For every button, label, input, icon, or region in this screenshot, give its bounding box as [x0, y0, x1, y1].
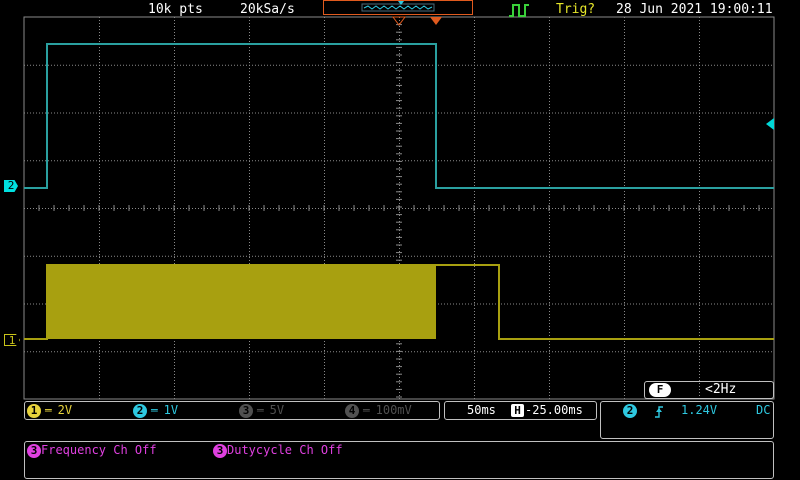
trigger-source: 2 — [623, 403, 637, 418]
horizontal-position: -25.00ms — [525, 403, 583, 417]
measurement-panel: 3 Frequency Ch Off 3 Dutycycle Ch Off — [24, 441, 774, 479]
dc-coupling-icon: ═ — [45, 404, 52, 417]
ch2-scale: 1V — [163, 403, 179, 417]
waveform-overview-icon — [361, 1, 435, 12]
dc-coupling-icon: ═ — [257, 404, 264, 417]
timebase-status[interactable]: 50ms H -25.00ms — [444, 401, 597, 420]
ch1-scale: 2V — [57, 403, 73, 417]
memory-position-bar[interactable] — [323, 0, 473, 15]
measurement-channel-badge: 3 — [213, 444, 227, 458]
frequency-counter: F <2Hz — [644, 381, 774, 399]
trigger-level-marker[interactable] — [766, 118, 774, 130]
ch3-badge: 3 — [239, 404, 253, 418]
dc-coupling-icon: ═ — [151, 404, 158, 417]
graticule — [23, 16, 775, 400]
timebase-scale: 50ms — [467, 403, 496, 417]
rising-edge-icon — [655, 406, 663, 418]
ch2-status[interactable]: 2 ═ 1V — [133, 403, 178, 418]
measurement-frequency[interactable]: 3 Frequency Ch Off — [27, 443, 157, 458]
waveform-display — [23, 16, 775, 400]
trigger-coupling: DC — [756, 403, 771, 417]
trigger-level: 1.24V — [681, 403, 718, 417]
ch4-scale: 100mV — [375, 403, 412, 417]
measurement-frequency-text: Frequency Ch Off — [41, 443, 157, 457]
dc-coupling-icon: ═ — [363, 404, 370, 417]
frequency-counter-value: <2Hz — [705, 382, 737, 397]
frequency-counter-label: F — [649, 383, 671, 397]
ch2-badge: 2 — [133, 404, 147, 418]
trigger-source-badge: 2 — [623, 404, 637, 418]
trigger-settings[interactable]: 2 1.24V DC — [600, 401, 774, 439]
trigger-status: Trig? — [556, 2, 596, 17]
ch3-status[interactable]: 3 ═ 5V — [239, 403, 284, 418]
trigger-mode-icon — [509, 4, 529, 17]
ch4-status[interactable]: 4 ═ 100mV — [345, 403, 412, 418]
channel-status-bar: 1 ═ 2V 2 ═ 1V 3 ═ 5V 4 ═ 100mV — [24, 401, 440, 420]
ch1-badge: 1 — [27, 404, 41, 418]
ch1-burst-fill — [47, 265, 436, 339]
date-time: 28 Jun 2021 19:00:11 — [616, 2, 773, 17]
ch1-waveform — [24, 264, 774, 340]
measurement-channel-badge: 3 — [27, 444, 41, 458]
ch1-status[interactable]: 1 ═ 2V — [27, 403, 72, 418]
record-length: 10k pts — [148, 2, 203, 17]
sample-rate: 20kSa/s — [240, 2, 295, 17]
ch3-scale: 5V — [269, 403, 285, 417]
top-status-bar: 10k pts 20kSa/s Trig? 28 Jun 2021 19:00:… — [0, 0, 800, 20]
horizontal-position-icon: H — [511, 404, 524, 417]
ch4-badge: 4 — [345, 404, 359, 418]
measurement-dutycycle-text: Dutycycle Ch Off — [227, 443, 343, 457]
measurement-dutycycle[interactable]: 3 Dutycycle Ch Off — [213, 443, 343, 458]
